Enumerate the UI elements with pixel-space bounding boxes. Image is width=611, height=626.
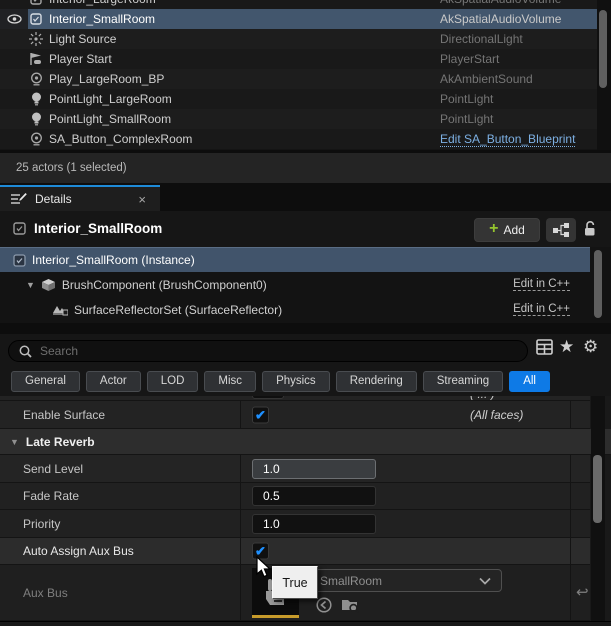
visibility-eye-icon[interactable] (7, 14, 22, 24)
tooltip-text: True (282, 576, 307, 590)
tab-all[interactable]: All (509, 371, 550, 392)
property-row-enable-surface: Enable Surface ✔ (All faces) (0, 401, 590, 429)
lock-icon[interactable] (582, 220, 598, 237)
search-icon (19, 345, 32, 358)
enable-surface-checkbox[interactable]: ✔ (252, 406, 269, 423)
mouse-cursor (256, 556, 274, 580)
panel-divider (0, 323, 611, 334)
details-search-row: Search ★ ⚙ (0, 334, 611, 366)
component-row[interactable]: ▼ BrushComponent (BrushComponent0) Edit … (0, 272, 590, 297)
tab-lod[interactable]: LOD (147, 371, 199, 392)
late-reverb-section-header[interactable]: ▼ Late Reverb (0, 429, 611, 455)
component-row[interactable]: SurfaceReflectorSet (SurfaceReflector) E… (0, 297, 590, 322)
point-light-icon (28, 111, 44, 127)
outliner-row-selected[interactable]: Interior_SmallRoom AkSpatialAudioVolume (0, 9, 597, 29)
brush-component-icon (41, 278, 56, 292)
unreal-editor-panel: Interior_LargeRoom AkSpatialAudioVolume … (0, 0, 611, 626)
blueprint-hierarchy-button[interactable] (546, 218, 576, 242)
edit-in-cpp-link[interactable]: Edit in C++ (513, 303, 570, 316)
all-faces-note: (All faces) (470, 408, 523, 422)
outliner-row[interactable]: PointLight_SmallRoom PointLight (0, 109, 597, 129)
edit-in-cpp-link[interactable]: Edit in C++ (513, 278, 570, 291)
outliner-scrollbar[interactable] (597, 0, 611, 150)
tooltip: True (272, 566, 318, 599)
chevron-down-icon (479, 577, 491, 585)
component-tree: Interior_SmallRoom (Instance) ▼ BrushCom… (0, 247, 611, 323)
tab-misc[interactable]: Misc (204, 371, 256, 392)
search-placeholder: Search (40, 344, 78, 358)
tab-general[interactable]: General (11, 371, 80, 392)
tab-details[interactable]: Details × (0, 185, 160, 211)
details-tab-bar: Details × (0, 183, 611, 211)
tab-details-label: Details (35, 192, 72, 206)
tab-rendering[interactable]: Rendering (336, 371, 417, 392)
tab-actor[interactable]: Actor (86, 371, 141, 392)
outliner-status-bar: 25 actors (1 selected) (0, 150, 611, 183)
ambient-sound-icon (28, 71, 44, 87)
collapse-caret-icon[interactable]: ▼ (10, 437, 19, 447)
spatial-audio-volume-icon (13, 222, 26, 235)
spatial-audio-volume-icon (28, 11, 44, 27)
outliner-row[interactable]: SA_Button_ComplexRoom Edit SA_Button_Blu… (0, 129, 597, 149)
search-input[interactable]: Search (8, 340, 528, 362)
surface-reflector-icon (52, 303, 68, 316)
asset-type-color-bar (252, 615, 299, 618)
actor-count-status: 25 actors (1 selected) (16, 162, 127, 174)
details-header: Interior_SmallRoom + Add (0, 211, 611, 247)
details-scrollbar-thumb[interactable] (593, 455, 602, 523)
property-row-priority: Priority 1.0 (0, 510, 590, 538)
world-outliner: Interior_LargeRoom AkSpatialAudioVolume … (0, 0, 611, 150)
node-graph-icon (553, 223, 570, 237)
category-filter-tabs: General Actor LOD Misc Physics Rendering… (0, 366, 611, 396)
aux-bus-dropdown[interactable]: SmallRoom (310, 569, 502, 592)
tab-physics[interactable]: Physics (262, 371, 330, 392)
tab-close-icon[interactable]: × (138, 192, 146, 207)
player-start-icon (28, 51, 44, 67)
ambient-sound-icon (28, 131, 44, 147)
expand-caret-icon[interactable]: ▼ (26, 280, 35, 290)
plus-icon: + (489, 221, 498, 237)
edit-blueprint-link[interactable]: Edit SA_Button_Blueprint (440, 132, 575, 147)
priority-input[interactable]: 1.0 (252, 514, 376, 534)
display-filter-icon[interactable] (536, 339, 553, 355)
fade-rate-input[interactable]: 0.5 (252, 486, 376, 506)
directional-light-icon (28, 31, 44, 47)
outliner-row[interactable]: Interior_LargeRoom AkSpatialAudioVolume (0, 0, 597, 9)
outliner-row[interactable]: Light Source DirectionalLight (0, 29, 597, 49)
component-scrollbar-thumb[interactable] (594, 250, 602, 318)
add-component-button[interactable]: + Add (474, 218, 540, 242)
outliner-row[interactable]: Play_LargeRoom_BP AkAmbientSound (0, 69, 597, 89)
settings-gear-icon[interactable]: ⚙ (583, 337, 598, 357)
component-scrollbar[interactable] (592, 247, 606, 323)
details-panel-icon (10, 192, 27, 207)
property-row-fade-rate: Fade Rate 0.5 (0, 483, 590, 510)
component-row-selected[interactable]: Interior_SmallRoom (Instance) (0, 247, 590, 272)
reset-to-default-icon[interactable]: ↩ (576, 583, 589, 601)
details-scrollbar[interactable] (591, 396, 605, 626)
checkmark-icon: ✔ (255, 408, 266, 421)
favorites-star-icon[interactable]: ★ (559, 337, 574, 357)
outliner-row[interactable]: Player Start PlayerStart (0, 49, 597, 69)
spatial-audio-volume-icon (13, 254, 26, 267)
browse-to-asset-icon[interactable] (341, 597, 360, 613)
property-row-send-level: Send Level 1.0 (0, 455, 590, 483)
details-title: Interior_SmallRoom (34, 221, 162, 236)
send-level-input[interactable]: 1.0 (252, 459, 376, 479)
outliner-row[interactable]: PointLight_LargeRoom PointLight (0, 89, 597, 109)
use-selected-asset-icon[interactable] (316, 597, 332, 613)
spatial-audio-volume-icon (28, 0, 44, 7)
property-row-auto-assign-aux-bus: Auto Assign Aux Bus ✔ (0, 538, 590, 565)
tab-streaming[interactable]: Streaming (423, 371, 503, 392)
point-light-icon (28, 91, 44, 107)
panel-bottom-strip (0, 621, 611, 626)
outliner-scrollbar-thumb[interactable] (599, 10, 607, 88)
